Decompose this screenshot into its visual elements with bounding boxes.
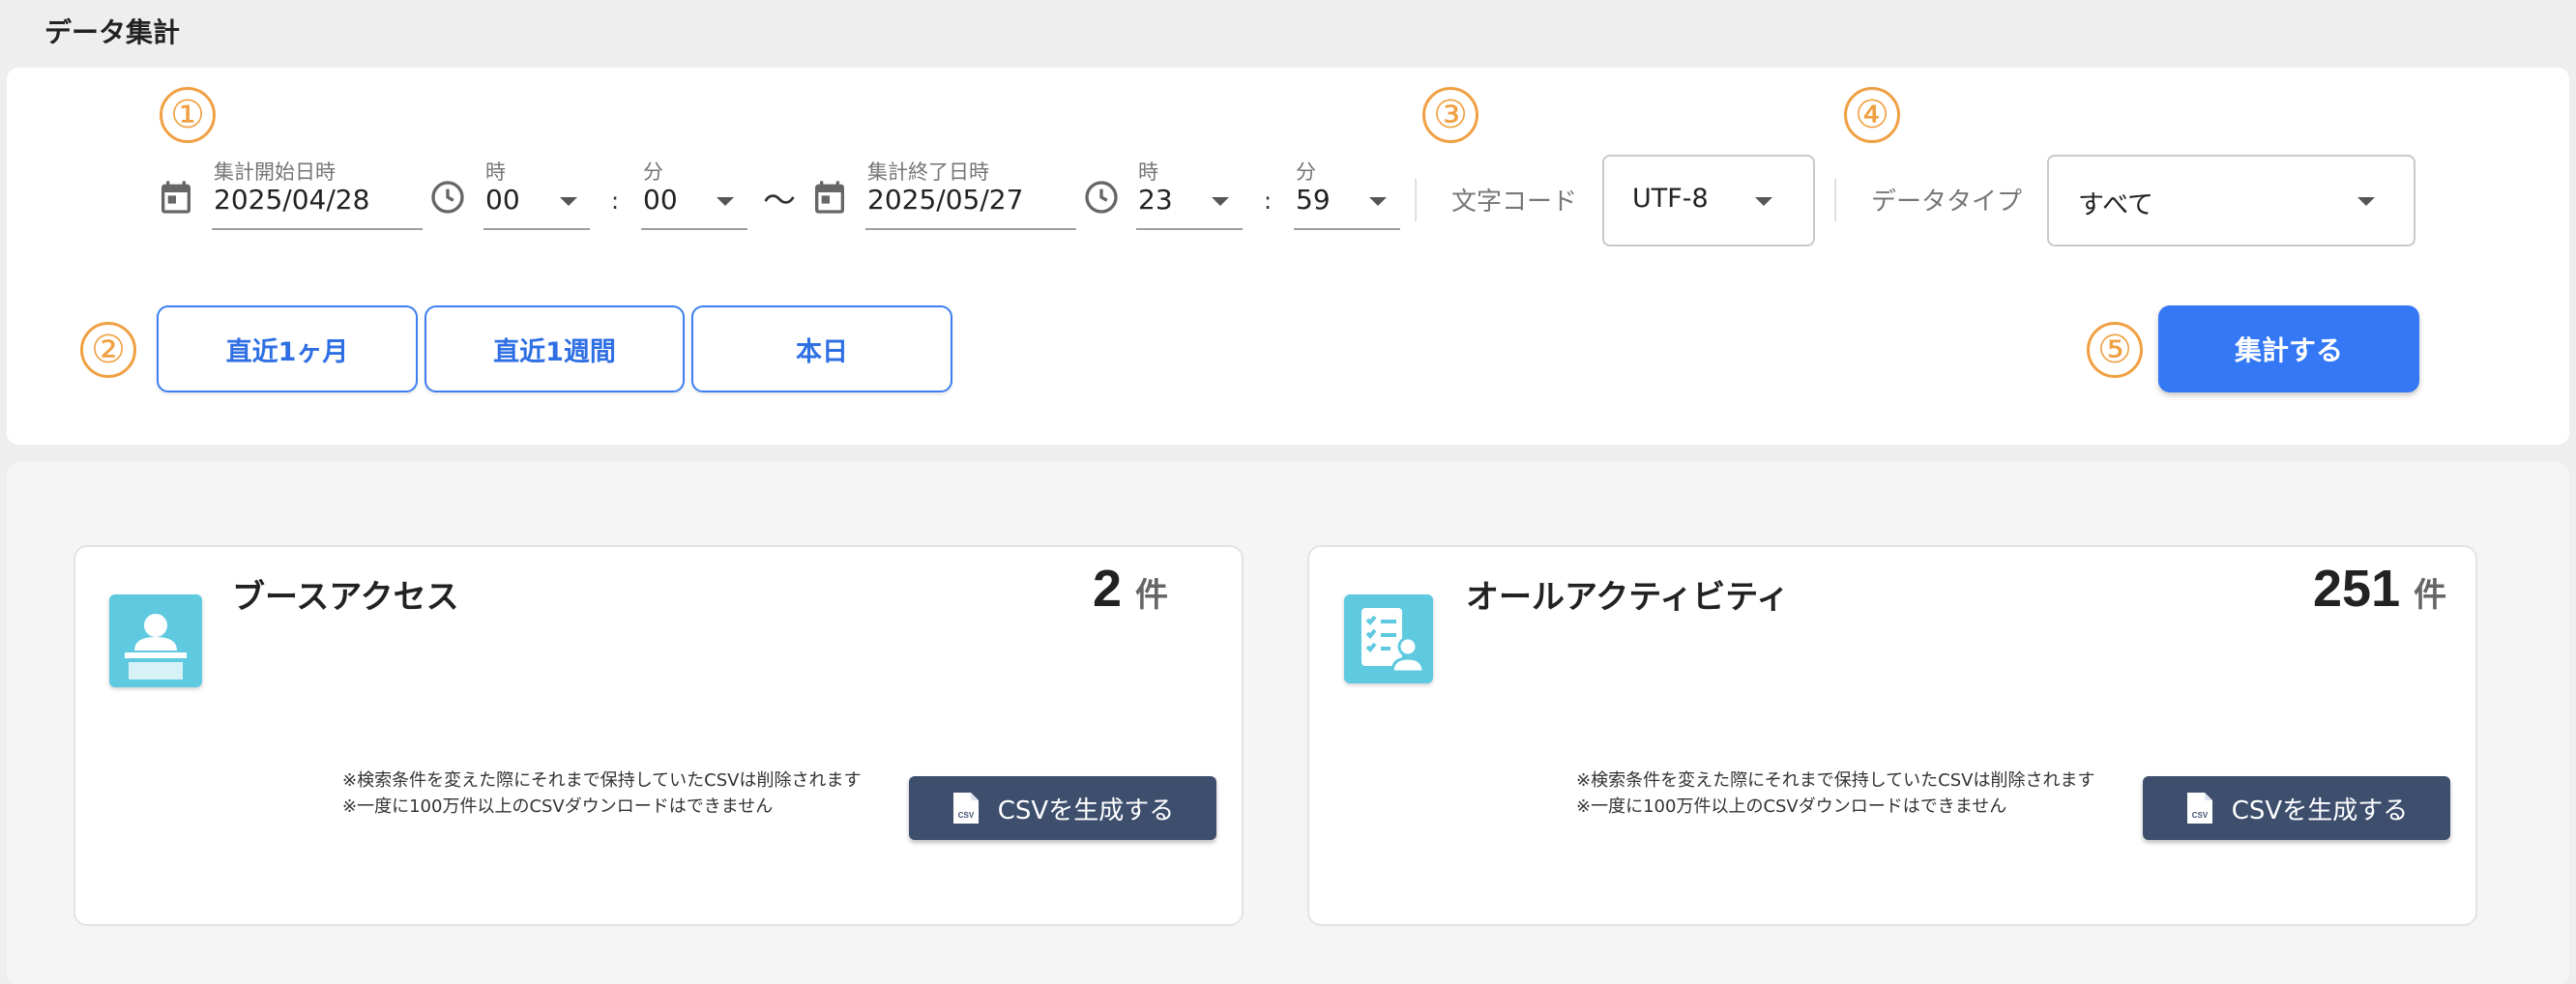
marker-1: ① [160, 87, 216, 143]
clock-icon [428, 178, 467, 217]
end-hour-underline [1136, 228, 1243, 230]
marker-5: ⑤ [2087, 322, 2143, 378]
marker-2: ② [80, 322, 136, 378]
clock-icon [1082, 178, 1121, 217]
card-count-wrap: 2 件 [1093, 559, 1168, 619]
chevron-down-icon[interactable] [717, 197, 734, 206]
end-hour-label: 時 [1138, 160, 1158, 184]
start-date-label: 集計開始日時 [214, 160, 336, 184]
chevron-down-icon[interactable] [1369, 197, 1387, 206]
generate-csv-button[interactable]: CSV CSVを生成する [909, 776, 1216, 840]
end-date-input[interactable]: 2025/05/27 [867, 184, 1023, 216]
end-minute-select[interactable]: 59 [1296, 184, 1331, 216]
card-count: 2 [1093, 560, 1123, 618]
quick-range-1-week-button[interactable]: 直近1週間 [424, 305, 685, 392]
time-colon: : [1264, 188, 1273, 215]
encoding-value: UTF-8 [1632, 184, 1709, 214]
divider [1834, 179, 1836, 221]
data-type-value: すべて [2078, 190, 2154, 220]
chevron-down-icon[interactable] [560, 197, 577, 206]
calendar-icon[interactable] [157, 178, 195, 217]
calendar-icon[interactable] [810, 178, 849, 217]
end-date-label: 集計終了日時 [867, 160, 989, 184]
start-hour-label: 時 [485, 160, 506, 184]
marker-4: ④ [1844, 87, 1900, 143]
data-type-label: データタイプ [1871, 188, 2023, 217]
csv-file-icon: CSV [2185, 791, 2214, 825]
end-hour-select[interactable]: 23 [1138, 184, 1173, 216]
card-note: ※検索条件を変えた際にそれまで保持していたCSVは削除されます [1576, 770, 2095, 791]
card-count-unit: 件 [1135, 576, 1169, 615]
encoding-label: 文字コード [1451, 188, 1578, 217]
card-title: ブースアクセス [232, 578, 459, 617]
start-minute-select[interactable]: 00 [643, 184, 678, 216]
end-minute-underline [1294, 228, 1400, 230]
chevron-down-icon[interactable] [2357, 197, 2375, 206]
aggregate-button[interactable]: 集計する [2158, 305, 2419, 392]
quick-range-1-month-button[interactable]: 直近1ヶ月 [157, 305, 418, 392]
range-separator: 〜 [763, 182, 796, 220]
divider [1415, 179, 1417, 221]
start-minute-label: 分 [643, 160, 663, 184]
card-count-wrap: 251 件 [2313, 559, 2446, 619]
chevron-down-icon[interactable] [1755, 197, 1772, 206]
end-minute-label: 分 [1296, 160, 1316, 184]
card-count: 251 [2313, 560, 2401, 618]
start-hour-underline [483, 228, 590, 230]
card-note: ※一度に100万件以上のCSVダウンロードはできません [342, 796, 774, 817]
time-colon: : [611, 188, 620, 215]
card-title: オールアクティビティ [1466, 578, 1790, 617]
end-date-underline [865, 228, 1076, 230]
activity-list-icon [1344, 594, 1433, 683]
csv-file-icon: CSV [951, 791, 981, 825]
start-hour-select[interactable]: 00 [485, 184, 520, 216]
start-minute-underline [641, 228, 747, 230]
svg-text:CSV: CSV [958, 811, 975, 820]
quick-range-today-button[interactable]: 本日 [691, 305, 952, 392]
booth-person-icon [109, 594, 202, 687]
generate-csv-button[interactable]: CSV CSVを生成する [2143, 776, 2450, 840]
card-count-unit: 件 [2414, 576, 2447, 615]
generate-csv-label: CSVを生成する [997, 796, 1175, 825]
svg-text:CSV: CSV [2192, 811, 2209, 820]
start-date-underline [212, 228, 423, 230]
card-note: ※検索条件を変えた際にそれまで保持していたCSVは削除されます [342, 770, 862, 791]
page-title: データ集計 [44, 16, 181, 48]
chevron-down-icon[interactable] [1212, 197, 1229, 206]
card-note: ※一度に100万件以上のCSVダウンロードはできません [1576, 796, 2007, 817]
start-date-input[interactable]: 2025/04/28 [214, 184, 369, 216]
generate-csv-label: CSVを生成する [2231, 796, 2409, 825]
marker-3: ③ [1422, 87, 1478, 143]
